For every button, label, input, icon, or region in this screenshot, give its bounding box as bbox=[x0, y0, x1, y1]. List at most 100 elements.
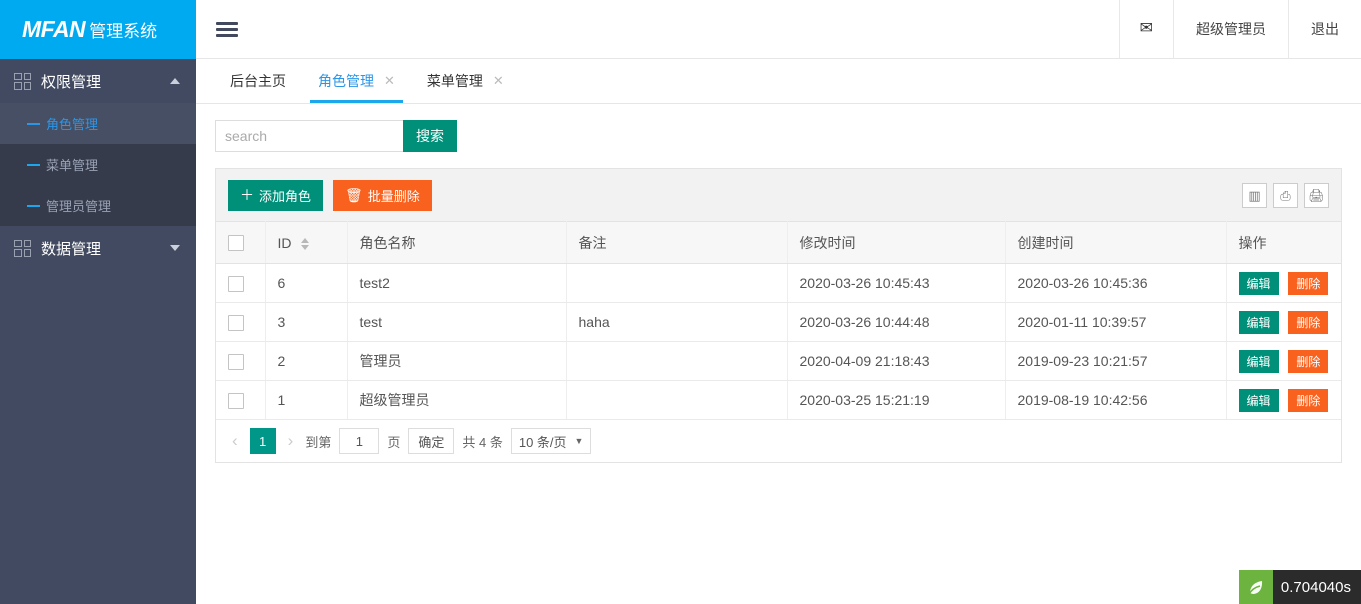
sidebar-group-label: 数据管理 bbox=[41, 240, 102, 258]
add-role-button[interactable]: ＋ 添加角色 bbox=[228, 179, 324, 211]
tab-bar: 后台主页 角色管理 ✕ 菜单管理 ✕ bbox=[196, 59, 1361, 104]
delete-button[interactable]: 删除 bbox=[1288, 271, 1329, 295]
search-input[interactable] bbox=[215, 120, 403, 152]
select-all-header bbox=[216, 221, 266, 264]
chevron-up-icon bbox=[170, 78, 180, 84]
sidebar-menu: 权限管理 角色管理 菜单管理 管理员管理 数据管理 bbox=[0, 59, 196, 604]
mail-button[interactable]: ✉ bbox=[1118, 0, 1173, 59]
topbar-right: ✉ 超级管理员 退出 bbox=[1118, 0, 1361, 59]
dash-icon bbox=[27, 122, 40, 125]
logout-button[interactable]: 退出 bbox=[1288, 0, 1361, 59]
prev-page-button[interactable]: ‹ bbox=[228, 431, 242, 451]
cell-updated-at: 2020-03-26 10:44:48 bbox=[787, 302, 1006, 342]
row-checkbox[interactable] bbox=[228, 353, 244, 370]
grid-icon bbox=[14, 72, 31, 90]
trash-icon: 🗑 bbox=[345, 187, 363, 203]
edit-button[interactable]: 编辑 bbox=[1238, 349, 1279, 373]
column-name: 角色名称 bbox=[347, 221, 567, 264]
print-icon[interactable]: 🖨 bbox=[1304, 182, 1329, 208]
column-remark: 备注 bbox=[566, 221, 788, 264]
sidebar-item-admin-management[interactable]: 管理员管理 bbox=[0, 185, 196, 226]
tab-label: 角色管理 bbox=[318, 73, 374, 89]
row-checkbox[interactable] bbox=[228, 392, 244, 409]
brand-logo[interactable]: MFAN 管理系统 bbox=[0, 0, 196, 59]
cell-created-at: 2020-03-26 10:45:36 bbox=[1005, 263, 1227, 303]
page-unit-label: 页 bbox=[387, 434, 401, 450]
cell-created-at: 2019-08-19 10:42:56 bbox=[1005, 380, 1227, 420]
edit-button[interactable]: 编辑 bbox=[1238, 310, 1279, 334]
cell-name: 超级管理员 bbox=[347, 380, 567, 420]
brand-subtitle: 管理系统 bbox=[89, 22, 158, 41]
cell-id: 6 bbox=[265, 263, 348, 303]
edit-button[interactable]: 编辑 bbox=[1238, 388, 1279, 412]
edit-button[interactable]: 编辑 bbox=[1238, 271, 1279, 295]
row-checkbox[interactable] bbox=[228, 314, 244, 331]
dash-icon bbox=[27, 204, 40, 207]
chevron-down-icon bbox=[170, 245, 180, 251]
cell-actions: 编辑 删除 bbox=[1226, 263, 1341, 303]
column-actions: 操作 bbox=[1226, 221, 1341, 264]
row-select-cell bbox=[216, 263, 266, 303]
sidebar-group-permissions[interactable]: 权限管理 bbox=[0, 59, 196, 103]
close-icon[interactable]: ✕ bbox=[493, 73, 504, 89]
cell-id: 3 bbox=[265, 302, 348, 342]
cell-id: 2 bbox=[265, 341, 348, 381]
hamburger-icon[interactable] bbox=[216, 19, 238, 40]
cell-actions: 编辑 删除 bbox=[1226, 380, 1341, 420]
columns-icon[interactable]: ▥ bbox=[1242, 182, 1267, 208]
debug-toolbar[interactable]: 0.704040s bbox=[1238, 570, 1361, 604]
search-button[interactable]: 搜索 bbox=[403, 120, 457, 152]
sidebar-group-data[interactable]: 数据管理 bbox=[0, 226, 196, 270]
tab-home[interactable]: 后台主页 bbox=[214, 59, 302, 103]
export-icon[interactable]: ⎙ bbox=[1273, 182, 1298, 208]
sidebar: MFAN 管理系统 权限管理 角色管理 菜单管理 管理员管理 数据管理 bbox=[0, 0, 196, 604]
next-page-button[interactable]: › bbox=[284, 431, 298, 451]
delete-button[interactable]: 删除 bbox=[1288, 349, 1329, 373]
table-row[interactable]: 1 超级管理员 2020-03-25 15:21:19 2019-08-19 1… bbox=[216, 380, 1341, 420]
delete-button[interactable]: 删除 bbox=[1288, 388, 1329, 412]
cell-updated-at: 2020-03-26 10:45:43 bbox=[787, 263, 1006, 303]
current-user[interactable]: 超级管理员 bbox=[1173, 0, 1288, 59]
row-checkbox[interactable] bbox=[228, 275, 244, 292]
sidebar-item-label: 菜单管理 bbox=[46, 158, 99, 173]
table-row[interactable]: 6 test2 2020-03-26 10:45:43 2020-03-26 1… bbox=[216, 263, 1341, 303]
sidebar-group-label: 权限管理 bbox=[41, 73, 102, 91]
sort-icon[interactable] bbox=[301, 237, 310, 250]
tab-menu-management[interactable]: 菜单管理 ✕ bbox=[411, 59, 520, 103]
page-size-select[interactable]: 10 条/页 ▼ bbox=[510, 428, 592, 454]
batch-delete-button[interactable]: 🗑 批量删除 bbox=[333, 179, 432, 211]
tab-label: 菜单管理 bbox=[426, 73, 483, 89]
goto-page-input[interactable] bbox=[339, 428, 380, 454]
content-area: 搜索 ＋ 添加角色 🗑 批量删除 ▥ ⎙ 🖨 bbox=[196, 104, 1361, 604]
envelope-icon: ✉ bbox=[1139, 20, 1153, 37]
table-row[interactable]: 2 管理员 2020-04-09 21:18:43 2019-09-23 10:… bbox=[216, 341, 1341, 381]
goto-confirm-button[interactable]: 确定 bbox=[408, 428, 455, 454]
grid-icon bbox=[14, 239, 31, 257]
page-size-label: 10 条/页 bbox=[518, 434, 567, 450]
sidebar-item-label: 管理员管理 bbox=[46, 199, 112, 214]
select-all-checkbox[interactable] bbox=[228, 235, 244, 252]
table-row[interactable]: 3 test haha 2020-03-26 10:44:48 2020-01-… bbox=[216, 302, 1341, 342]
delete-button[interactable]: 删除 bbox=[1288, 310, 1329, 334]
cell-name: test2 bbox=[347, 263, 567, 303]
table-card: ＋ 添加角色 🗑 批量删除 ▥ ⎙ 🖨 ID 角色名称 备注 修改时间 创建时间… bbox=[215, 168, 1342, 463]
tab-role-management[interactable]: 角色管理 ✕ bbox=[302, 59, 411, 103]
column-id-label: ID bbox=[277, 234, 292, 251]
page-1-button[interactable]: 1 bbox=[249, 428, 276, 454]
brand-mark: MFAN bbox=[22, 16, 86, 42]
close-icon[interactable]: ✕ bbox=[384, 73, 395, 89]
cell-remark: haha bbox=[566, 302, 788, 342]
sidebar-item-menu-management[interactable]: 菜单管理 bbox=[0, 144, 196, 185]
column-created-at: 创建时间 bbox=[1005, 221, 1227, 264]
app-root: MFAN 管理系统 权限管理 角色管理 菜单管理 管理员管理 数据管理 ✉ 超级… bbox=[0, 0, 1361, 604]
sidebar-item-role-management[interactable]: 角色管理 bbox=[0, 103, 196, 144]
cell-name: test bbox=[347, 302, 567, 342]
pagination: ‹ 1 › 到第 页 确定 共 4 条 10 条/页 ▼ bbox=[216, 420, 1341, 462]
cell-remark bbox=[566, 341, 788, 381]
sidebar-item-label: 角色管理 bbox=[46, 117, 99, 132]
cell-actions: 编辑 删除 bbox=[1226, 341, 1341, 381]
leaf-icon bbox=[1238, 570, 1273, 604]
column-id[interactable]: ID bbox=[265, 221, 348, 264]
row-select-cell bbox=[216, 341, 266, 381]
topbar: ✉ 超级管理员 退出 bbox=[196, 0, 1361, 59]
